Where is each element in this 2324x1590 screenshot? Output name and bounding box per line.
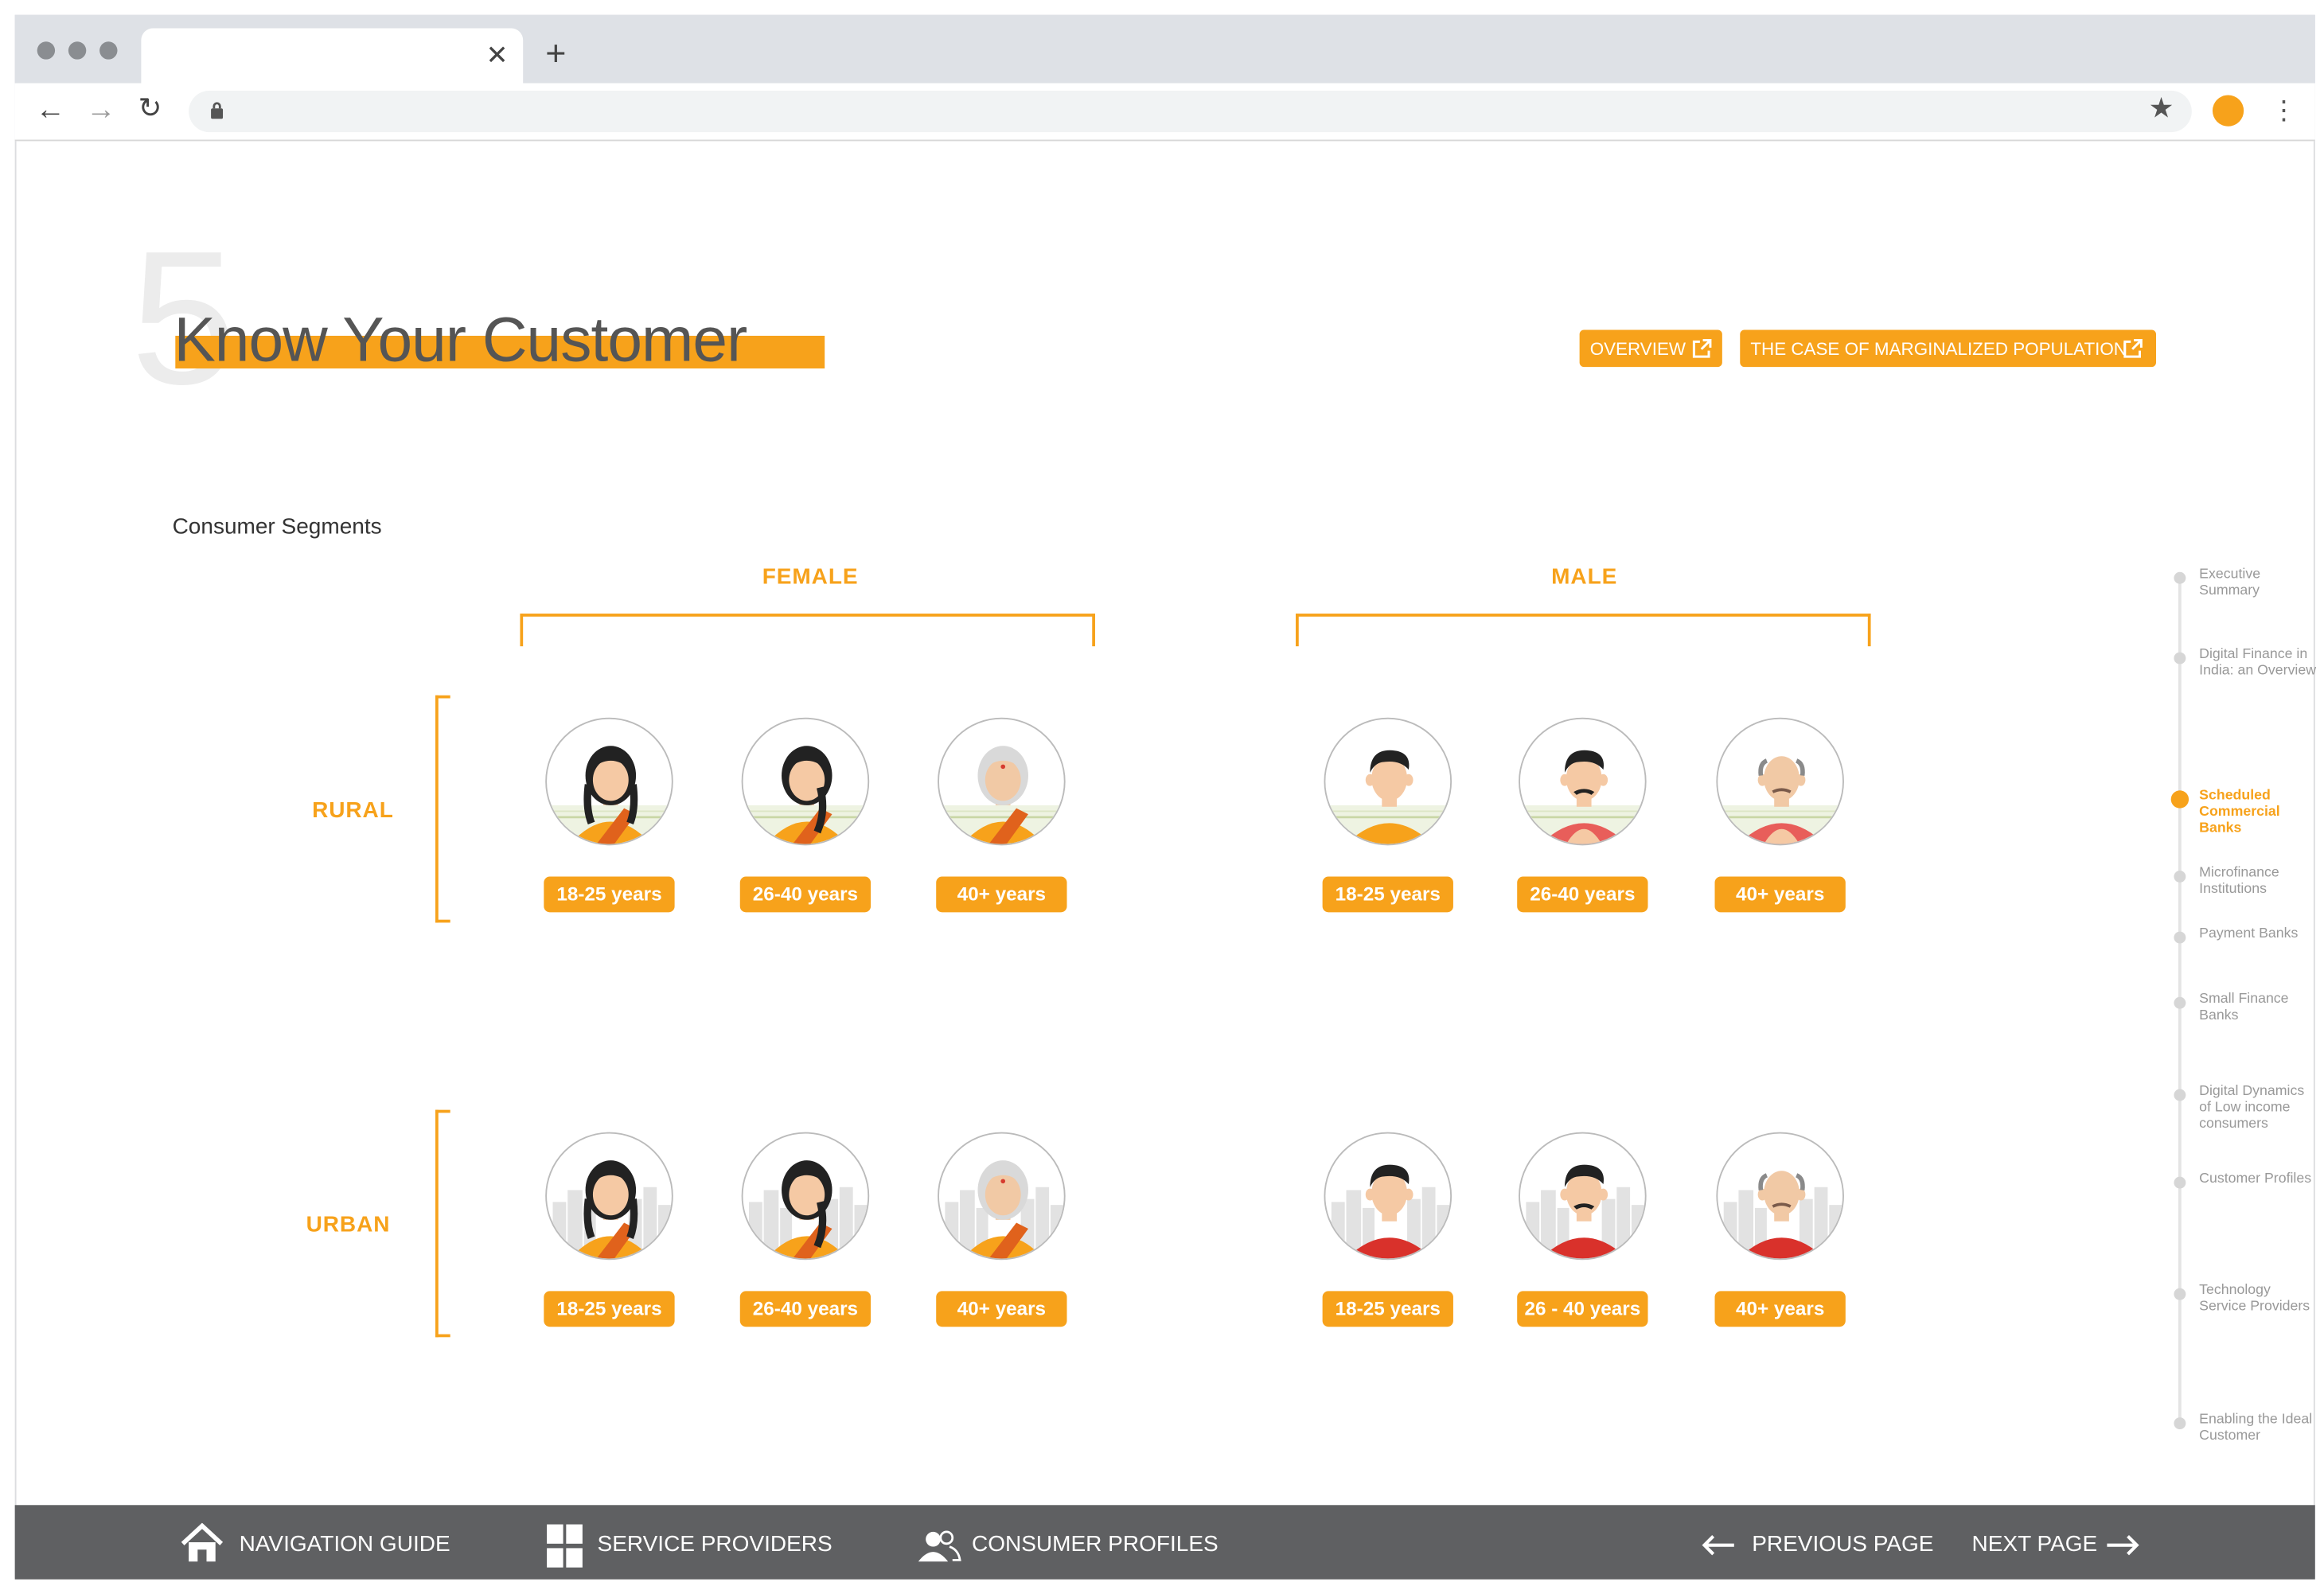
- sidenav-item-label: Customer Profiles: [2199, 1171, 2312, 1187]
- female-bracket: [520, 614, 1095, 647]
- consumer-profiles-link[interactable]: CONSUMER PROFILES: [972, 1529, 1219, 1561]
- bookmark-star-icon[interactable]: ★: [2149, 92, 2174, 127]
- female-label: FEMALE: [762, 564, 859, 590]
- male-bracket: [1296, 614, 1871, 647]
- external-link-icon: [2123, 339, 2143, 358]
- male-label: MALE: [1551, 564, 1618, 590]
- next-page-link[interactable]: NEXT PAGE: [1972, 1529, 2098, 1561]
- rural-young-woman-age-badge[interactable]: 18-25 years: [544, 876, 675, 913]
- sidenav-dot: [2174, 996, 2186, 1009]
- rural-young-man-avatar[interactable]: [1324, 717, 1452, 846]
- browser-window: ✕ + ← → ↻ ★ ⋮ 5 Know Your Customer OVERV…: [0, 0, 2324, 1590]
- sidenav-dot: [2174, 931, 2186, 944]
- urban-elder-woman-avatar[interactable]: [938, 1132, 1066, 1261]
- consumer-segments-label: Consumer Segments: [172, 513, 382, 540]
- window-maximize-dot[interactable]: [99, 41, 118, 60]
- urban-bracket: [435, 1109, 450, 1338]
- sidenav-item-label: Scheduled Commercial Banks: [2199, 787, 2280, 837]
- service-providers-link[interactable]: SERVICE PROVIDERS: [598, 1529, 833, 1561]
- urban-adult-woman-avatar[interactable]: [741, 1132, 870, 1261]
- navigation-guide-link[interactable]: NAVIGATION GUIDE: [240, 1529, 450, 1561]
- rural-elder-woman-age-badge[interactable]: 40+ years: [936, 876, 1067, 913]
- urban-young-man-age-badge[interactable]: 18-25 years: [1322, 1291, 1453, 1327]
- sidenav-item-label: Small Finance Banks: [2199, 991, 2289, 1024]
- external-link-icon: [1692, 339, 1712, 358]
- back-icon[interactable]: ←: [36, 91, 65, 130]
- page-title: Know Your Customer: [174, 304, 747, 375]
- reload-icon[interactable]: ↻: [138, 91, 162, 130]
- overview-button[interactable]: OVERVIEW: [1579, 329, 1722, 368]
- urban-young-man-avatar[interactable]: [1324, 1132, 1452, 1261]
- window-frame: [14, 14, 2315, 1578]
- sidenav-dot: [2174, 571, 2186, 584]
- urban-elder-woman-age-badge[interactable]: 40+ years: [936, 1291, 1067, 1327]
- sidenav-dot: [2174, 871, 2186, 883]
- window-close-dot[interactable]: [37, 41, 56, 60]
- rural-adult-woman-age-badge[interactable]: 26-40 years: [739, 876, 872, 913]
- window-minimize-dot[interactable]: [68, 41, 87, 60]
- rural-adult-man-age-badge[interactable]: 26-40 years: [1517, 876, 1648, 913]
- users-icon[interactable]: [917, 1530, 961, 1563]
- sidenav-item-label: Executive Summary: [2199, 566, 2261, 599]
- arrow-left-icon[interactable]: [1700, 1533, 1736, 1557]
- tab-close-icon[interactable]: ✕: [486, 40, 509, 69]
- rural-elder-woman-avatar[interactable]: [938, 717, 1066, 846]
- sidenav-item-label: Payment Banks: [2199, 926, 2299, 942]
- profile-avatar[interactable]: [2212, 95, 2244, 127]
- lock-icon: [211, 102, 224, 119]
- sidenav-item-label: Digital Finance in India: an Overview: [2199, 646, 2317, 680]
- urban-young-woman-avatar[interactable]: [545, 1132, 673, 1261]
- urban-elder-man-age-badge[interactable]: 40+ years: [1714, 1291, 1846, 1327]
- forward-icon[interactable]: →: [86, 91, 115, 130]
- urban-label: URBAN: [306, 1212, 391, 1238]
- rural-label: RURAL: [312, 797, 394, 824]
- urban-young-woman-age-badge[interactable]: 18-25 years: [544, 1291, 675, 1327]
- sidenav-dot: [2174, 1417, 2186, 1430]
- previous-page-link[interactable]: PREVIOUS PAGE: [1752, 1529, 1933, 1561]
- marginalized-button-label: THE CASE OF MARGINALIZED POPULATION: [1750, 338, 2127, 360]
- rural-bracket: [435, 695, 450, 923]
- rural-young-man-age-badge[interactable]: 18-25 years: [1322, 876, 1453, 913]
- sidenav-item-label: Technology Service Providers: [2199, 1282, 2310, 1315]
- rural-elder-man-age-badge[interactable]: 40+ years: [1714, 876, 1846, 913]
- sidenav-dot: [2174, 652, 2186, 664]
- grid-icon[interactable]: [547, 1524, 584, 1569]
- overview-button-label: OVERVIEW: [1589, 338, 1686, 360]
- sidenav-dot: [2174, 1288, 2186, 1300]
- menu-kebab-icon[interactable]: ⋮: [2271, 92, 2298, 128]
- urban-adult-woman-age-badge[interactable]: 26-40 years: [739, 1291, 872, 1327]
- urban-elder-man-avatar[interactable]: [1716, 1132, 1844, 1261]
- rural-adult-woman-avatar[interactable]: [741, 717, 870, 846]
- rural-elder-man-avatar[interactable]: [1716, 717, 1844, 846]
- home-icon[interactable]: [180, 1522, 224, 1565]
- sidenav-dot: [2174, 1176, 2186, 1189]
- sidenav-dot: [2170, 790, 2189, 809]
- browser-tab[interactable]: [141, 28, 524, 84]
- arrow-right-icon[interactable]: [2106, 1533, 2142, 1557]
- rural-young-woman-avatar[interactable]: [545, 717, 673, 846]
- rural-adult-man-avatar[interactable]: [1519, 717, 1647, 846]
- sidenav-item-label: Enabling the Ideal Customer: [2199, 1411, 2313, 1444]
- urban-adult-man-age-badge[interactable]: 26 - 40 years: [1517, 1291, 1648, 1327]
- new-tab-icon[interactable]: +: [545, 35, 566, 75]
- sidenav-dot: [2174, 1089, 2186, 1101]
- marginalized-population-button[interactable]: THE CASE OF MARGINALIZED POPULATION: [1740, 329, 2157, 368]
- sidenav-item-label: Microfinance Institutions: [2199, 864, 2279, 898]
- address-bar[interactable]: [189, 90, 2192, 133]
- urban-adult-man-avatar[interactable]: [1519, 1132, 1647, 1261]
- sidenav-item-label: Digital Dynamics of Low income consumers: [2199, 1083, 2305, 1132]
